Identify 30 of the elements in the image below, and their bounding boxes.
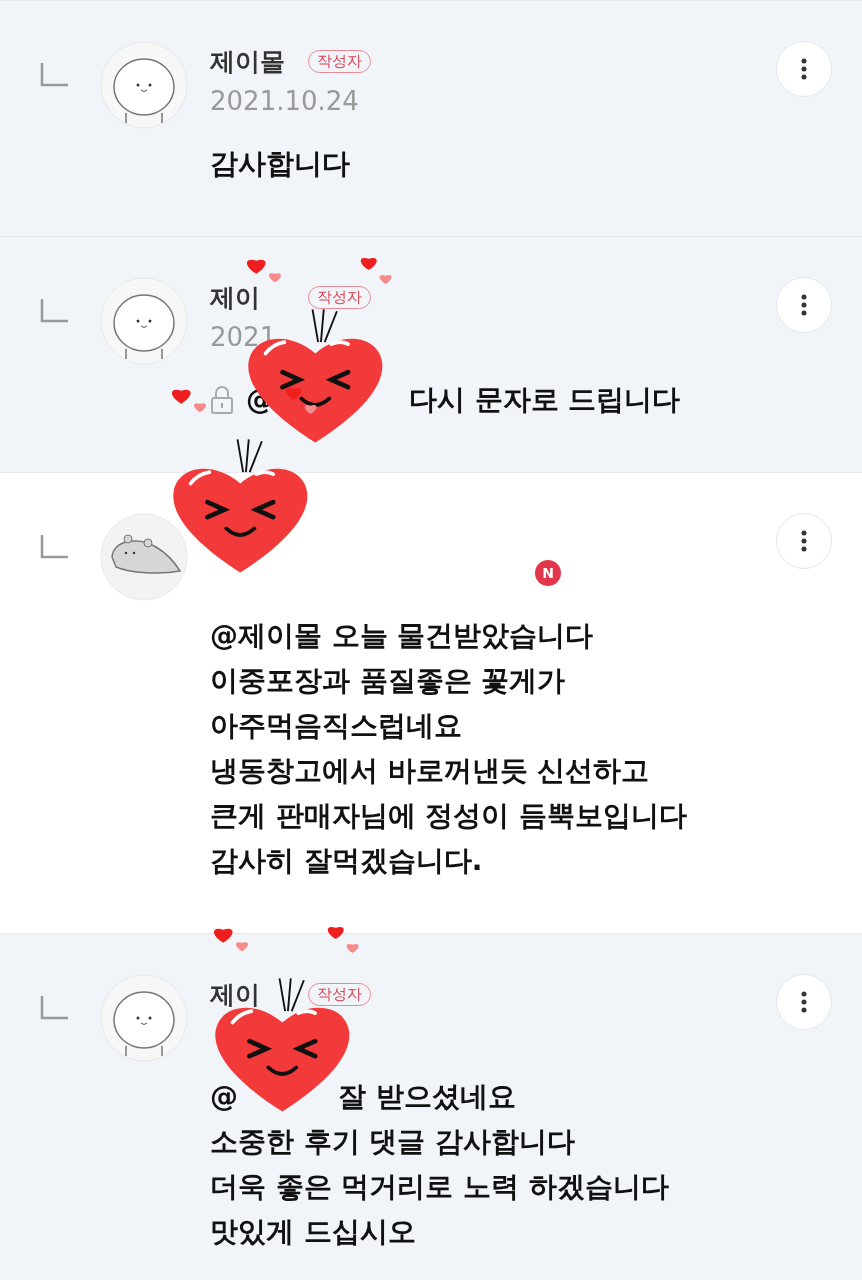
reply-corner-icon: [40, 299, 68, 323]
comment-text: 큰게 판매자님에 정성이 듬뿍보입니다: [210, 797, 688, 834]
comment-text: 소중한 후기 댓글 감사합니다: [210, 1123, 576, 1160]
reply-corner-icon: [40, 535, 68, 559]
reply-corner-icon: [40, 63, 68, 87]
comment-text: 감사히 잘먹겠습니다.: [210, 842, 483, 879]
author-name: 제이몰: [210, 45, 285, 78]
comment-text: @제이몰 오늘 물건받았습니다: [210, 617, 594, 654]
author-name: 제이: [210, 978, 260, 1011]
reply-corner-icon: [40, 996, 68, 1020]
more-options-button[interactable]: [776, 974, 832, 1030]
comment-date: 2021.10.24: [210, 86, 359, 116]
comment-text: 아주먹음직스럽네요: [210, 707, 462, 744]
comment-text: 냉동창고에서 바로꺼낸듯 신선하고: [210, 752, 650, 789]
new-badge: N: [535, 560, 561, 586]
comment-text: 이중포장과 품질좋은 꽃게가: [210, 662, 566, 699]
mention-symbol: @: [210, 1080, 238, 1113]
more-options-button[interactable]: [776, 277, 832, 333]
more-options-button[interactable]: [776, 41, 832, 97]
comment-text: 다시 문자로 드립니다: [409, 381, 681, 418]
author-name: 제이: [210, 281, 260, 314]
more-icon: [801, 991, 807, 1013]
more-icon: [801, 294, 807, 316]
more-icon: [801, 58, 807, 80]
comment-text: 잘 받으셨네요: [338, 1078, 516, 1115]
comment-text: 더욱 좋은 먹거리로 노력 하겠습니다: [210, 1168, 669, 1205]
comment-text: 감사합니다: [210, 145, 350, 182]
more-icon: [801, 530, 807, 552]
comment-text: 맛있게 드십시오: [210, 1213, 416, 1250]
more-options-button[interactable]: [776, 513, 832, 569]
